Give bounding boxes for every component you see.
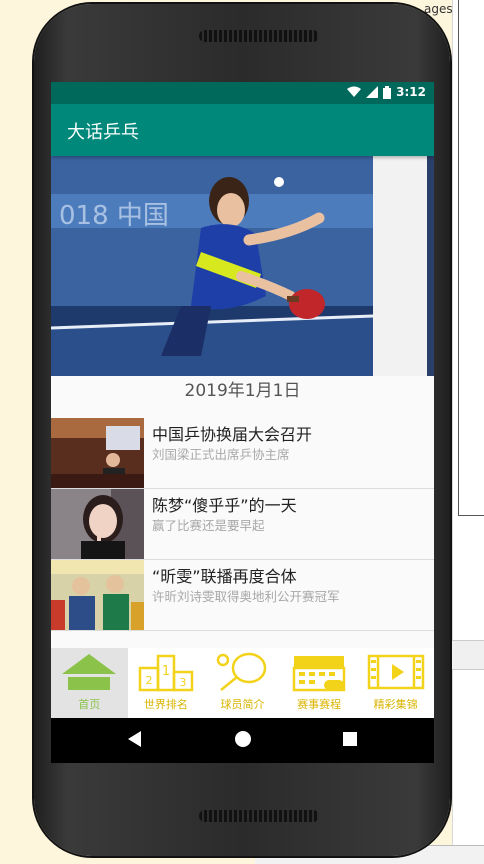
recents-icon[interactable]	[342, 730, 358, 748]
svg-text:1: 1	[162, 664, 170, 679]
video-icon	[367, 654, 424, 690]
status-time: 3:12	[396, 85, 426, 99]
battery-icon	[383, 85, 392, 99]
news-subtitle: 许昕刘诗雯取得奥地利公开赛冠军	[152, 589, 340, 604]
tab-label: 精彩集锦	[373, 698, 418, 711]
svg-text:018 中国: 018 中国	[59, 201, 169, 231]
news-item[interactable]: 陈梦“傻乎乎”的一天 赢了比赛还是要早起	[51, 489, 434, 560]
next-banner-peek[interactable]	[427, 156, 434, 376]
banner-photo[interactable]: 018 中国	[51, 156, 373, 376]
news-list: 中国乒协换届大会召开 刘国梁正式出席乒协主席 陈梦“傻乎乎”的一天 赢了比赛还是…	[51, 418, 434, 631]
svg-text:2: 2	[145, 674, 152, 687]
home-icon	[62, 654, 117, 690]
news-title: “昕雯”联播再度合体	[152, 567, 297, 586]
news-title: 中国乒协换届大会召开	[152, 425, 313, 444]
home-circle-icon[interactable]	[234, 730, 252, 748]
tab-world-ranking[interactable]: 1 2 3 世界排名	[128, 648, 205, 718]
table-tennis-player-image: 018 中国	[51, 156, 373, 376]
bottom-tab-bar: 首页 1 2 3 世界排名 球员简介 赛事赛程 精彩集锦	[51, 648, 434, 718]
desktop-dialog-edge	[458, 0, 484, 516]
news-title: 陈梦“傻乎乎”的一天	[152, 496, 297, 515]
tab-player-profiles[interactable]: 球员简介	[204, 648, 281, 718]
phone-top-speaker	[199, 30, 319, 42]
banner-carousel[interactable]: 018 中国	[51, 156, 434, 376]
svg-text:3: 3	[179, 676, 186, 689]
tab-home[interactable]: 首页	[51, 648, 128, 718]
calendar-icon	[292, 656, 346, 692]
tab-label: 世界排名	[143, 698, 188, 711]
banner-date: 2019年1月1日	[184, 381, 301, 401]
news-subtitle: 赢了比赛还是要早起	[152, 518, 265, 533]
news-thumbnail	[51, 489, 144, 559]
signal-icon	[366, 86, 379, 98]
phone-screen: 3:12 大话乒乓 018 中国 2019年1月1日 中国乒协换届大会召开 刘国…	[51, 82, 434, 763]
system-nav-bar	[51, 718, 434, 763]
wifi-icon	[347, 86, 362, 97]
desktop-toolbar-strip	[452, 640, 484, 670]
tab-label: 首页	[78, 698, 101, 711]
news-thumbnail	[51, 560, 144, 630]
back-icon[interactable]	[127, 730, 143, 748]
news-item[interactable]: “昕雯”联播再度合体 许昕刘诗雯取得奥地利公开赛冠军	[51, 560, 434, 631]
tab-label: 球员简介	[220, 698, 265, 711]
tab-highlights[interactable]: 精彩集锦	[357, 648, 434, 718]
news-thumbnail	[51, 418, 144, 488]
podium-icon: 1 2 3	[138, 654, 194, 692]
tab-schedule[interactable]: 赛事赛程	[281, 648, 358, 718]
paddle-icon	[217, 652, 267, 691]
phone-bottom-speaker	[199, 810, 319, 822]
tab-label: 赛事赛程	[297, 698, 342, 711]
status-bar: 3:12	[51, 82, 434, 104]
news-subtitle: 刘国梁正式出席乒协主席	[152, 447, 290, 462]
desktop-tab-fragment: ages	[424, 2, 453, 16]
app-title: 大话乒乓	[67, 122, 139, 143]
news-item[interactable]: 中国乒协换届大会召开 刘国梁正式出席乒协主席	[51, 418, 434, 489]
app-bar: 大话乒乓	[51, 104, 434, 156]
